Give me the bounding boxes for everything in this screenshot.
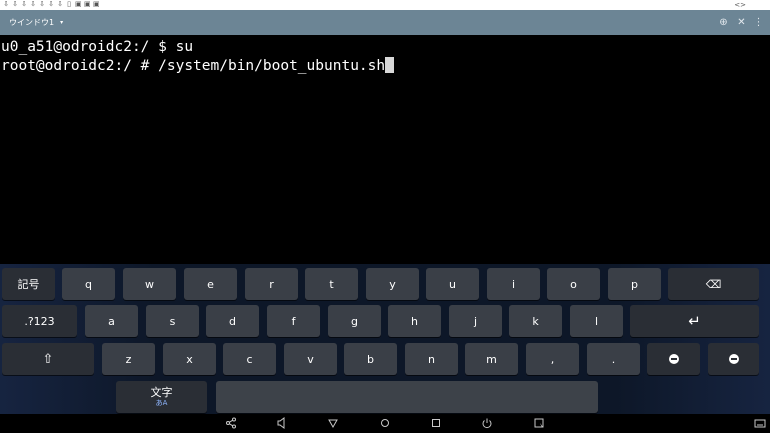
enter-key[interactable]: ↵: [630, 305, 759, 337]
minus-circle-icon: [668, 354, 679, 364]
back-icon[interactable]: [325, 416, 341, 431]
key-c[interactable]: c: [223, 343, 276, 375]
image-icon: ▣: [84, 0, 91, 8]
key-comma[interactable]: ,: [526, 343, 579, 375]
key-v[interactable]: v: [284, 343, 337, 375]
keyboard-icon[interactable]: [752, 416, 768, 431]
download-icon: ⇩: [39, 0, 45, 8]
navigation-bar: [0, 414, 770, 433]
minus-key-left[interactable]: [647, 343, 700, 375]
key-numbers[interactable]: .?123: [2, 305, 77, 337]
key-m[interactable]: m: [465, 343, 518, 375]
key-period[interactable]: .: [587, 343, 640, 375]
notification-icons: ⇩ ⇩ ⇩ ⇩ ⇩ ⇩ ⇩ ▯ ▣ ▣ ▣: [3, 0, 100, 8]
key-t[interactable]: t: [305, 268, 358, 300]
shift-key[interactable]: ⇧: [2, 343, 94, 375]
key-l[interactable]: l: [570, 305, 623, 337]
terminal-cursor: [385, 57, 395, 73]
terminal-line: u0_a51@odroidc2:/ $ su: [1, 39, 194, 55]
key-y[interactable]: y: [366, 268, 419, 300]
key-j[interactable]: j: [449, 305, 502, 337]
image-icon: ▣: [75, 0, 82, 8]
key-g[interactable]: g: [328, 305, 381, 337]
key-q[interactable]: q: [62, 268, 115, 300]
key-e[interactable]: e: [184, 268, 237, 300]
power-icon[interactable]: [479, 416, 495, 431]
image-icon: ▣: [93, 0, 100, 8]
download-icon: ⇩: [48, 0, 54, 8]
key-n[interactable]: n: [405, 343, 458, 375]
download-icon: ⇩: [21, 0, 27, 8]
key-o[interactable]: o: [547, 268, 600, 300]
key-h[interactable]: h: [388, 305, 441, 337]
recents-icon[interactable]: [428, 416, 444, 431]
window-selector[interactable]: ウインドウ1 ▾: [9, 10, 63, 35]
download-icon: ⇩: [57, 0, 63, 8]
app-toolbar: ウインドウ1 ▾ ⊕ ✕ ⋮: [0, 10, 770, 35]
key-d[interactable]: d: [206, 305, 259, 337]
key-z[interactable]: z: [102, 343, 155, 375]
key-p[interactable]: p: [608, 268, 661, 300]
key-x[interactable]: x: [163, 343, 216, 375]
soft-keyboard: 記号 q w e r t y u i o p ⌫ .?123 a s d f g…: [0, 264, 770, 414]
language-switch-key[interactable]: 文字 あA: [116, 381, 207, 413]
key-w[interactable]: w: [123, 268, 176, 300]
key-r[interactable]: r: [245, 268, 298, 300]
close-window-icon[interactable]: ✕: [735, 16, 748, 29]
terminal-output[interactable]: u0_a51@odroidc2:/ $ su root@odroidc2:/ #…: [0, 35, 770, 264]
add-window-icon[interactable]: ⊕: [717, 16, 730, 29]
key-i[interactable]: i: [487, 268, 540, 300]
volume-icon[interactable]: [274, 416, 290, 431]
minus-key-right[interactable]: [708, 343, 759, 375]
key-s[interactable]: s: [146, 305, 199, 337]
key-f[interactable]: f: [267, 305, 320, 337]
key-b[interactable]: b: [344, 343, 397, 375]
language-key-sublabel: あA: [155, 399, 168, 407]
key-a[interactable]: a: [85, 305, 138, 337]
home-icon[interactable]: [377, 416, 393, 431]
terminal-line: root@odroidc2:/ # /system/bin/boot_ubunt…: [0, 57, 770, 76]
download-icon: ⇩: [12, 0, 18, 8]
screenshot-icon[interactable]: [531, 416, 547, 431]
key-u[interactable]: u: [426, 268, 479, 300]
key-symbols[interactable]: 記号: [2, 268, 55, 300]
share-icon[interactable]: [223, 416, 239, 431]
chevron-down-icon: ▾: [60, 19, 64, 26]
key-k[interactable]: k: [509, 305, 562, 337]
space-key[interactable]: [216, 381, 598, 413]
overflow-menu-icon[interactable]: ⋮: [752, 16, 765, 29]
status-bar: ⇩ ⇩ ⇩ ⇩ ⇩ ⇩ ⇩ ▯ ▣ ▣ ▣ <>: [0, 0, 770, 10]
window-title: ウインドウ1: [9, 18, 55, 27]
language-key-label: 文字: [150, 386, 173, 399]
terminal-line-text: root@odroidc2:/ # /system/bin/boot_ubunt…: [1, 58, 386, 74]
backspace-key[interactable]: ⌫: [668, 268, 759, 300]
status-right-symbol: <>: [734, 1, 746, 9]
minus-circle-icon: [728, 354, 739, 364]
download-icon: ⇩: [30, 0, 36, 8]
download-icon: ⇩: [3, 0, 9, 8]
file-icon: ▯: [67, 0, 71, 8]
